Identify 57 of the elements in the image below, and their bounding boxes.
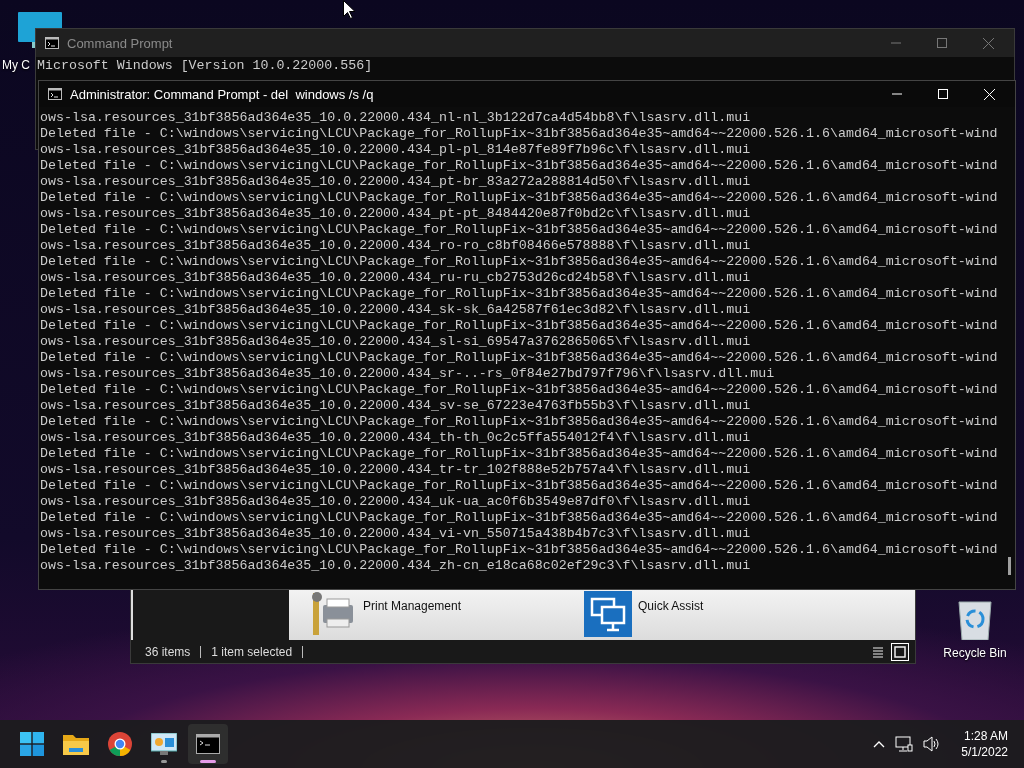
console-line: Deleted file - C:\windows\servicing\LCU\Package_for_RollupFix~31bf3856ad364e35~amd64~~22000.526.1.6\amd64_microsoft-wind <box>40 286 999 302</box>
status-text: 1 item selected <box>211 644 293 659</box>
network-icon[interactable] <box>895 736 914 752</box>
console-line: Deleted file - C:\windows\servicing\LCU\Package_for_RollupFix~31bf3856ad364e35~amd64~~22000.526.1.6\amd64_microsoft-wind <box>40 190 999 206</box>
view-button[interactable] <box>891 642 909 661</box>
console-line: ows-lsa.resources_31bf3856ad364e35_10.0.22000.434_ro-ro_c8bf08466e578888\f\lsasrv.dll.mui <box>40 238 752 254</box>
console-line: Deleted file - C:\windows\servicing\LCU\Package_for_RollupFix~31bf3856ad364e35~amd64~~22000.526.1.6\amd64_microsoft-wind <box>40 158 999 174</box>
console-line: Deleted file - C:\windows\servicing\LCU\Package_for_RollupFix~31bf3856ad364e35~amd64~~22000.526.1.6\amd64_microsoft-wind <box>40 542 999 558</box>
recycle-bin-icon[interactable] <box>957 598 993 640</box>
console-line: ows-lsa.resources_31bf3856ad364e35_10.0.22000.434_pt-pt_8484420e87f0bd2c\f\lsasrv.dll.mui <box>40 206 752 222</box>
console-line: ows-lsa.resources_31bf3856ad364e35_10.0.22000.434_nl-nl_3b122d7ca4d54bb8\f\lsasrv.dll.mui <box>40 110 752 126</box>
console-icon <box>45 37 59 49</box>
console-line: ows-lsa.resources_31bf3856ad364e35_10.0.22000.434_pl-pl_814e87fe89f7b96c\f\lsasrv.dll.mui <box>40 142 752 158</box>
console-line: Deleted file - C:\windows\servicing\LCU\Package_for_RollupFix~31bf3856ad364e35~amd64~~22000.526.1.6\amd64_microsoft-wind <box>40 510 999 526</box>
desktop-icon-label[interactable]: Recycle Bin <box>943 646 1007 660</box>
window-title: Administrator: Command Prompt - del windows /s /q <box>70 86 374 102</box>
console-line: ows-lsa.resources_31bf3856ad364e35_10.0.22000.434_th-th_0c2c5ffa554012f4\f\lsasrv.dll.mui <box>40 430 752 446</box>
console-line: ows-lsa.resources_31bf3856ad364e35_10.0.22000.434_vi-vn_550715a438b4b7c3\f\lsasrv.dll.mui <box>40 526 752 542</box>
console-line: Deleted file - C:\windows\servicing\LCU\Package_for_RollupFix~31bf3856ad364e35~amd64~~22000.526.1.6\amd64_microsoft-wind <box>40 254 999 270</box>
console-line: ows-lsa.resources_31bf3856ad364e35_10.0.22000.434_sv-se_67223e4763fb55b3\f\lsasrv.dll.mui <box>40 398 752 414</box>
console-line: Deleted file - C:\windows\servicing\LCU\Package_for_RollupFix~31bf3856ad364e35~amd64~~22000.526.1.6\amd64_microsoft-wind <box>40 446 999 462</box>
chevron-up-icon[interactable] <box>873 740 886 748</box>
console-line: Microsoft Windows [Version 10.0.22000.556] <box>37 58 374 74</box>
console-line: ows-lsa.resources_31bf3856ad364e35_10.0.22000.434_sr-..-rs_0f84e27bd797f796\f\lsasrv.dll.mui <box>40 366 776 382</box>
desktop-icon-label[interactable]: My C <box>2 58 30 72</box>
console-line: Deleted file - C:\windows\servicing\LCU\Package_for_RollupFix~31bf3856ad364e35~amd64~~22000.526.1.6\amd64_microsoft-wind <box>40 382 999 398</box>
console-line: Deleted file - C:\windows\servicing\LCU\Package_for_RollupFix~31bf3856ad364e35~amd64~~22000.526.1.6\amd64_microsoft-wind <box>40 126 999 142</box>
taskbar-button[interactable] <box>188 724 228 764</box>
scrollbar-thumb[interactable] <box>1008 557 1011 575</box>
console-icon <box>48 88 62 100</box>
console-line: Deleted file - C:\windows\servicing\LCU\Package_for_RollupFix~31bf3856ad364e35~amd64~~22000.526.1.6\amd64_microsoft-wind <box>40 414 999 430</box>
status-text: 36 items <box>145 644 191 659</box>
console-line: ows-lsa.resources_31bf3856ad364e35_10.0.22000.434_tr-tr_102f888e52b757a4\f\lsasrv.dll.mui <box>40 462 752 478</box>
remote-screens-icon <box>584 591 632 637</box>
console-line: ows-lsa.resources_31bf3856ad364e35_10.0.22000.434_sl-si_69547a3762865065\f\lsasrv.dll.mui <box>40 334 752 350</box>
folder-icon <box>63 733 89 755</box>
console-line: Deleted file - C:\windows\servicing\LCU\Package_for_RollupFix~31bf3856ad364e35~amd64~~22000.526.1.6\amd64_microsoft-wind <box>40 350 999 366</box>
tile-view-icon <box>892 643 908 660</box>
console-line: ows-lsa.resources_31bf3856ad364e35_10.0.22000.434_zh-cn_e18ca68c02ef29c3\f\lsasrv.dll.mui <box>40 558 752 574</box>
clock-date[interactable]: 5/1/2022 <box>961 745 1008 759</box>
volume-icon[interactable] <box>923 736 942 752</box>
clock-time[interactable]: 1:28 AM <box>963 729 1008 743</box>
console-line: ows-lsa.resources_31bf3856ad364e35_10.0.22000.434_pt-br_83a272a288814d50\f\lsasrv.dll.mui <box>40 174 752 190</box>
start-icon <box>20 732 44 756</box>
browser-icon <box>108 732 132 756</box>
window-title: Command Prompt <box>67 35 173 51</box>
console-line: Deleted file - C:\windows\servicing\LCU\Package_for_RollupFix~31bf3856ad364e35~amd64~~22000.526.1.6\amd64_microsoft-wind <box>40 318 999 334</box>
console-line: Deleted file - C:\windows\servicing\LCU\Package_for_RollupFix~31bf3856ad364e35~amd64~~22000.526.1.6\amd64_microsoft-wind <box>40 478 999 494</box>
terminal-icon <box>196 734 220 754</box>
monitor-icon <box>151 733 177 755</box>
item-label[interactable]: Print Management <box>363 591 462 613</box>
console-line: ows-lsa.resources_31bf3856ad364e35_10.0.22000.434_uk-ua_ac0f6b3549e87df0\f\lsasrv.dll.mui <box>40 494 752 510</box>
console-line: Deleted file - C:\windows\servicing\LCU\Package_for_RollupFix~31bf3856ad364e35~amd64~~22000.526.1.6\amd64_microsoft-wind <box>40 222 999 238</box>
mouse-cursor-icon <box>343 0 355 19</box>
item-label[interactable]: Quick Assist <box>638 591 704 613</box>
console-line: ows-lsa.resources_31bf3856ad364e35_10.0.22000.434_sk-sk_6a42587f61ec3d82\f\lsasrv.dll.mui <box>40 302 752 318</box>
console-line: ows-lsa.resources_31bf3856ad364e35_10.0.22000.434_ru-ru_cb2753d26cd24b58\f\lsasrv.dll.mui <box>40 270 752 286</box>
